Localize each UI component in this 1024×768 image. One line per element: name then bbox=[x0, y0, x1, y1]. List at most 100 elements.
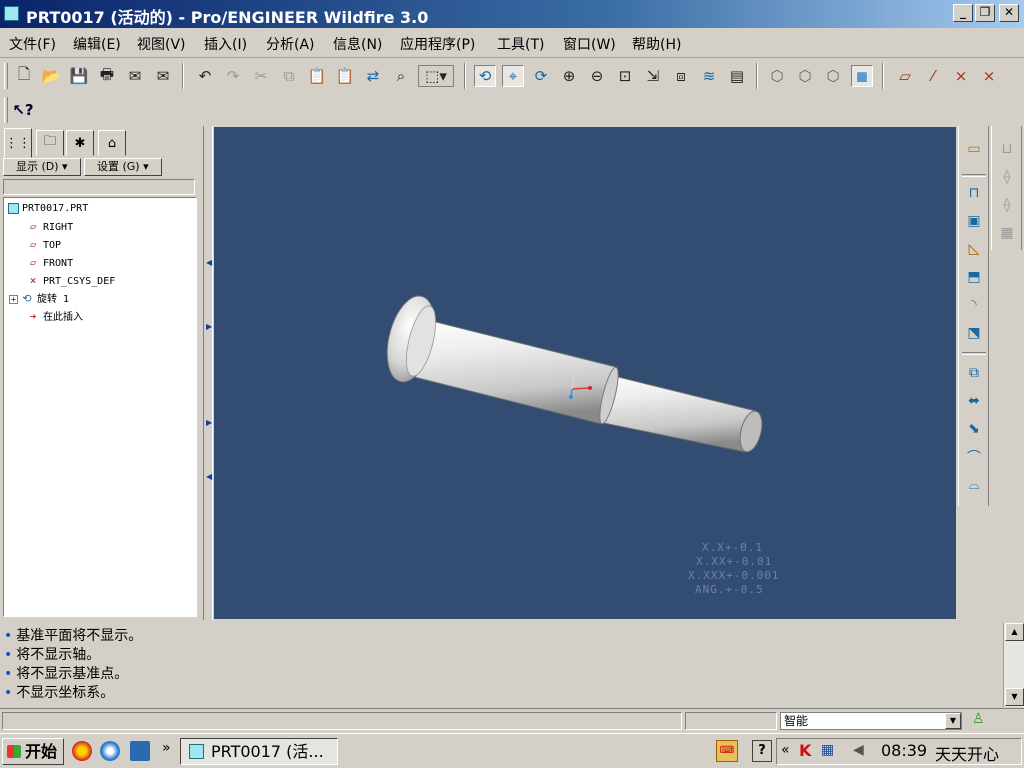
annotation-icon[interactable]: ▭ bbox=[963, 138, 985, 160]
tray-expand-icon[interactable]: « bbox=[781, 742, 790, 758]
menu-tools[interactable]: 工具(T) bbox=[497, 34, 544, 54]
network-icon[interactable]: ▦ bbox=[821, 742, 834, 758]
rib-icon[interactable]: ◺ bbox=[963, 238, 985, 260]
menu-view[interactable]: 视图(V) bbox=[137, 34, 186, 54]
menu-info[interactable]: 信息(N) bbox=[333, 34, 382, 54]
zoom-out-icon[interactable]: ⊖ bbox=[586, 65, 608, 87]
context-help-icon[interactable]: ↖? bbox=[12, 99, 34, 121]
hole-icon[interactable]: ▣ bbox=[963, 210, 985, 232]
spin-center-icon[interactable]: ⌖ bbox=[502, 65, 524, 87]
graphics-viewport[interactable]: X.X+-0.1 X.XX+-0.01 X.XXX+-0.001 ANG.+-0… bbox=[214, 127, 956, 619]
folder-browser-tab[interactable]: 🗀 bbox=[36, 130, 64, 156]
help-icon[interactable]: ? bbox=[752, 740, 772, 762]
expand-icon[interactable]: + bbox=[9, 295, 18, 304]
tree-item-csys[interactable]: ⨯ PRT_CSYS_DEF bbox=[26, 274, 116, 288]
menu-analysis[interactable]: 分析(A) bbox=[266, 34, 315, 54]
open-icon[interactable]: 📂 bbox=[40, 65, 62, 87]
collapse-arrow-icon[interactable]: ◀ bbox=[206, 472, 212, 481]
tree-item-revolve[interactable]: + ⟲ 旋转 1 bbox=[9, 292, 69, 306]
title-bar[interactable]: PRT0017 (活动的) - Pro/ENGINEER Wildfire 3.… bbox=[0, 0, 1024, 28]
minimize-button[interactable]: _ bbox=[953, 4, 973, 22]
show-dropdown[interactable]: 显示 (D) ▾ bbox=[3, 158, 81, 176]
cosmetic-icon[interactable]: ⊓ bbox=[963, 182, 985, 204]
mirror-icon[interactable]: ⬌ bbox=[963, 390, 985, 412]
restore-button[interactable]: ❐ bbox=[975, 4, 995, 22]
connections-tab[interactable]: ⌂ bbox=[98, 130, 126, 156]
email-icon[interactable]: ✉ bbox=[124, 65, 146, 87]
orient-mode-icon[interactable]: ⟳ bbox=[530, 65, 552, 87]
quick-launch-more-icon[interactable]: » bbox=[162, 740, 171, 756]
favorites-tab[interactable]: ✱ bbox=[66, 130, 94, 156]
view-manager-icon[interactable]: ▤ bbox=[726, 65, 748, 87]
paste-special-icon[interactable]: 📋 bbox=[334, 65, 356, 87]
extend-icon[interactable]: ⬊ bbox=[963, 418, 985, 440]
refit-icon[interactable]: ⊡ bbox=[614, 65, 636, 87]
expand-arrow-icon[interactable]: ▶ bbox=[206, 322, 212, 331]
tree-item-part[interactable]: PRT0017.PRT bbox=[8, 202, 88, 216]
tree-item-insert-here[interactable]: ➔ 在此插入 bbox=[26, 310, 83, 324]
volume-icon[interactable]: ◀ bbox=[853, 742, 864, 758]
merge-icon[interactable]: ⊔ bbox=[996, 138, 1018, 160]
menu-help[interactable]: 帮助(H) bbox=[632, 34, 681, 54]
repaint-icon[interactable]: ⟲ bbox=[474, 65, 496, 87]
saved-views-icon[interactable]: ⧈ bbox=[670, 65, 692, 87]
media-player-icon[interactable] bbox=[100, 741, 120, 761]
expand-arrow-icon[interactable]: ▶ bbox=[206, 418, 212, 427]
print-icon[interactable]: 🖶 bbox=[96, 65, 118, 87]
reorient-icon[interactable]: ⇲ bbox=[642, 65, 664, 87]
menu-insert[interactable]: 插入(I) bbox=[204, 34, 247, 54]
menu-file[interactable]: 文件(F) bbox=[9, 34, 56, 54]
quick-launch-icon[interactable] bbox=[130, 741, 150, 761]
find-icon[interactable]: ⌕ bbox=[390, 65, 412, 87]
antivirus-icon[interactable]: K bbox=[799, 741, 811, 760]
copy-icon[interactable]: ⧉ bbox=[278, 65, 300, 87]
close-button[interactable]: ✕ bbox=[999, 4, 1019, 22]
offset-icon[interactable]: ⌒ bbox=[963, 446, 985, 468]
hidden-line-icon[interactable]: ⬡ bbox=[794, 65, 816, 87]
model-tree-tab[interactable]: ⋮⋮ bbox=[4, 128, 32, 158]
redo-icon[interactable]: ↷ bbox=[222, 65, 244, 87]
menu-edit[interactable]: 编辑(E) bbox=[73, 34, 121, 54]
shaft-model[interactable] bbox=[214, 127, 956, 619]
zoom-in-icon[interactable]: ⊕ bbox=[558, 65, 580, 87]
regenerate-icon[interactable]: ⇄ bbox=[362, 65, 384, 87]
wireframe-icon[interactable]: ⬡ bbox=[766, 65, 788, 87]
tree-item-front[interactable]: ▱ FRONT bbox=[26, 256, 73, 270]
datum-axes-toggle-icon[interactable]: ⁄ bbox=[922, 65, 944, 87]
pattern-icon[interactable]: ▦ bbox=[996, 222, 1018, 244]
collapse-arrow-icon[interactable]: ◀ bbox=[206, 258, 212, 267]
tree-item-right[interactable]: ▱ RIGHT bbox=[26, 220, 73, 234]
no-hidden-icon[interactable]: ⬡ bbox=[822, 65, 844, 87]
browser-icon[interactable] bbox=[72, 741, 92, 761]
new-icon[interactable]: 🗋 bbox=[13, 65, 35, 87]
start-button[interactable]: 开始 bbox=[2, 738, 64, 765]
selection-box-icon[interactable]: ⬚▾ bbox=[418, 65, 454, 87]
save-icon[interactable]: 💾 bbox=[68, 65, 90, 87]
input-method-icon[interactable]: ⌨ bbox=[716, 740, 738, 762]
clock[interactable]: 08:39 bbox=[881, 741, 927, 760]
selection-filter[interactable]: 智能 ▼ bbox=[780, 712, 962, 730]
datum-points-toggle-icon[interactable]: × bbox=[950, 65, 972, 87]
tree-item-top[interactable]: ▱ TOP bbox=[26, 238, 61, 252]
shell-icon[interactable]: ⬒ bbox=[963, 266, 985, 288]
trim-icon[interactable]: ⟠ bbox=[996, 166, 1018, 188]
tree-filter-field[interactable] bbox=[3, 179, 195, 195]
solidify-icon[interactable]: ⟠ bbox=[996, 194, 1018, 216]
round-icon[interactable]: ◝ bbox=[963, 294, 985, 316]
menu-window[interactable]: 窗口(W) bbox=[563, 34, 616, 54]
taskbar-window-button[interactable]: PRT0017 (活... bbox=[180, 738, 338, 765]
intersect-icon[interactable]: ⌓ bbox=[963, 474, 985, 496]
panel-splitter[interactable]: ◀ ▶ ▶ ◀ bbox=[203, 126, 213, 620]
scroll-down-icon[interactable]: ▼ bbox=[1005, 688, 1024, 706]
datum-planes-toggle-icon[interactable]: ▱ bbox=[894, 65, 916, 87]
layers-icon[interactable]: ≋ bbox=[698, 65, 720, 87]
undo-icon[interactable]: ↶ bbox=[194, 65, 216, 87]
chevron-down-icon[interactable]: ▼ bbox=[945, 713, 961, 729]
cut-icon[interactable]: ✂ bbox=[250, 65, 272, 87]
message-scrollbar[interactable]: ▲ ▼ bbox=[1003, 623, 1024, 707]
csys-toggle-icon[interactable]: ⨯ bbox=[978, 65, 1000, 87]
copy-feature-icon[interactable]: ⧉ bbox=[963, 362, 985, 384]
scroll-up-icon[interactable]: ▲ bbox=[1005, 623, 1024, 641]
settings-dropdown[interactable]: 设置 (G) ▾ bbox=[84, 158, 162, 176]
chamfer-icon[interactable]: ⬔ bbox=[963, 322, 985, 344]
